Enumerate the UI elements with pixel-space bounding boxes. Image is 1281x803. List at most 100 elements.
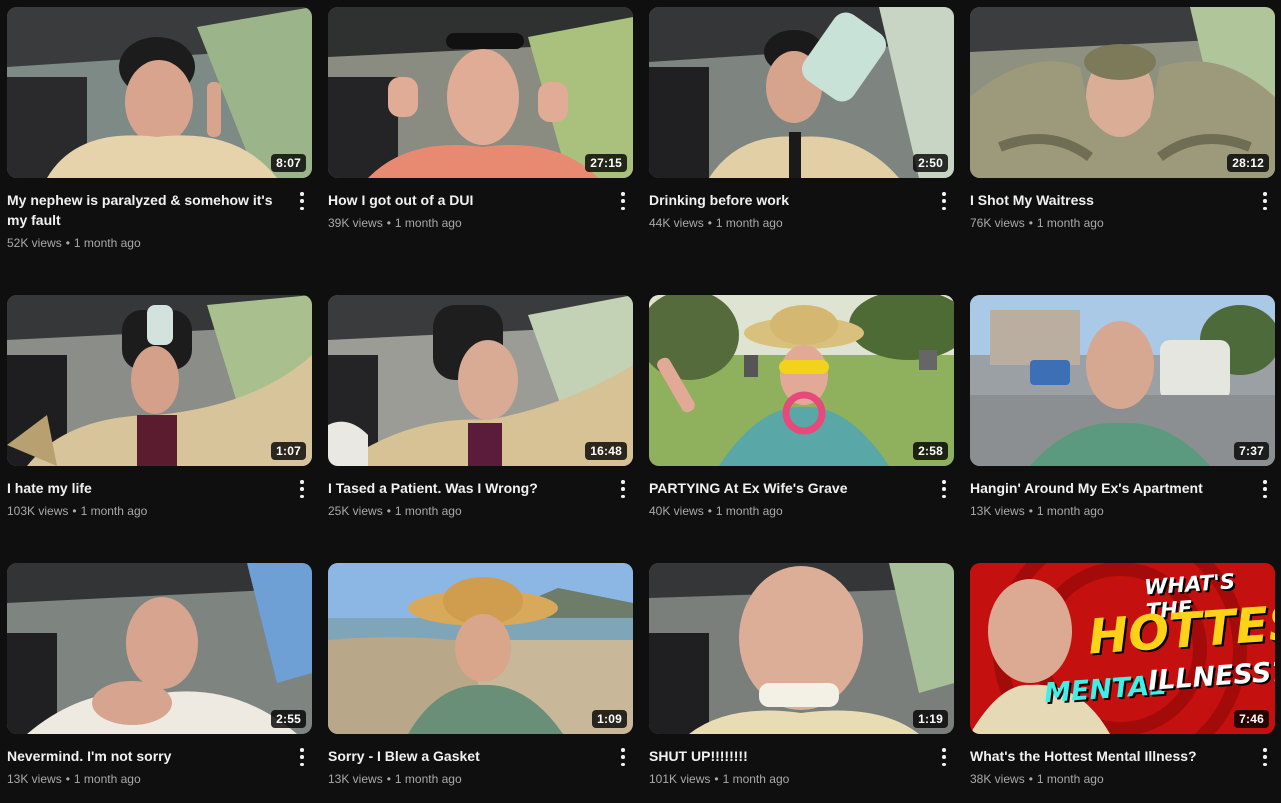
duration-badge: 7:46 [1234, 710, 1269, 728]
video-card[interactable]: 2:55 Nevermind. I'm not sorry 13K views •… [7, 563, 312, 803]
view-count: 38K views [970, 772, 1025, 786]
video-title[interactable]: Drinking before work [649, 190, 926, 210]
upload-age: 1 month ago [722, 772, 790, 786]
video-thumbnail[interactable]: 1:19 [649, 563, 954, 734]
video-card[interactable]: 16:48 I Tased a Patient. Was I Wrong? 25… [328, 295, 633, 563]
video-grid: 8:07 My nephew is paralyzed & somehow it… [7, 7, 1275, 803]
video-card[interactable]: 7:37 Hangin' Around My Ex's Apartment 13… [970, 295, 1275, 563]
thumbnail-image [649, 295, 954, 466]
video-thumbnail[interactable]: 2:55 [7, 563, 312, 734]
duration-badge: 8:07 [271, 154, 306, 172]
video-title[interactable]: I Tased a Patient. Was I Wrong? [328, 478, 605, 498]
video-title[interactable]: My nephew is paralyzed & somehow it's my… [7, 190, 284, 230]
duration-badge: 2:58 [913, 442, 948, 460]
video-title[interactable]: Nevermind. I'm not sorry [7, 746, 284, 766]
thumbnail-image [328, 7, 633, 178]
video-stats: 13K views • 1 month ago [970, 504, 1104, 518]
video-title[interactable]: SHUT UP!!!!!!!! [649, 746, 926, 766]
view-count: 13K views [7, 772, 62, 786]
video-card[interactable]: 2:58 PARTYING At Ex Wife's Grave 40K vie… [649, 295, 954, 563]
video-title[interactable]: Hangin' Around My Ex's Apartment [970, 478, 1247, 498]
thumbnail-image [7, 7, 312, 178]
more-vert-icon[interactable] [617, 748, 629, 766]
video-thumbnail[interactable]: 27:15 [328, 7, 633, 178]
more-vert-icon[interactable] [617, 192, 629, 210]
upload-age: 1 month ago [1036, 504, 1104, 518]
video-title[interactable]: Sorry - I Blew a Gasket [328, 746, 605, 766]
duration-badge: 27:15 [585, 154, 627, 172]
more-vert-icon[interactable] [938, 192, 950, 210]
video-thumbnail[interactable]: 1:09 [328, 563, 633, 734]
video-thumbnail[interactable]: 7:37 [970, 295, 1275, 466]
view-count: 101K views [649, 772, 711, 786]
video-thumbnail[interactable]: WHAT'S THE HOTTEST MENTAL ILLNESS? 7:46 [970, 563, 1275, 734]
thumbnail-image [328, 295, 633, 466]
view-count: 40K views [649, 504, 704, 518]
video-card[interactable]: 2:50 Drinking before work 44K views • 1 mo… [649, 7, 954, 295]
thumbnail-image [970, 7, 1275, 178]
video-stats: 38K views • 1 month ago [970, 772, 1104, 786]
video-card[interactable]: 1:09 Sorry - I Blew a Gasket 13K views • 1… [328, 563, 633, 803]
video-stats: 103K views • 1 month ago [7, 504, 148, 518]
video-stats: 40K views • 1 month ago [649, 504, 783, 518]
upload-age: 1 month ago [394, 772, 462, 786]
thumbnail-image [649, 7, 954, 178]
upload-age: 1 month ago [394, 216, 462, 230]
upload-age: 1 month ago [394, 504, 462, 518]
thumbnail-image [970, 295, 1275, 466]
more-vert-icon[interactable] [1259, 748, 1271, 766]
upload-age: 1 month ago [715, 216, 783, 230]
more-vert-icon[interactable] [617, 480, 629, 498]
video-card[interactable]: 27:15 How I got out of a DUI 39K views • 1… [328, 7, 633, 295]
view-count: 44K views [649, 216, 704, 230]
view-count: 52K views [7, 236, 62, 250]
video-stats: 44K views • 1 month ago [649, 216, 783, 230]
video-stats: 101K views • 1 month ago [649, 772, 790, 786]
video-stats: 13K views • 1 month ago [328, 772, 462, 786]
upload-age: 1 month ago [1036, 216, 1104, 230]
video-stats: 76K views • 1 month ago [970, 216, 1104, 230]
more-vert-icon[interactable] [938, 480, 950, 498]
video-card[interactable]: 1:19 SHUT UP!!!!!!!! 101K views • 1 month … [649, 563, 954, 803]
video-thumbnail[interactable]: 2:58 [649, 295, 954, 466]
more-vert-icon[interactable] [1259, 480, 1271, 498]
video-card[interactable]: 8:07 My nephew is paralyzed & somehow it… [7, 7, 312, 295]
video-thumbnail[interactable]: 1:07 [7, 295, 312, 466]
video-thumbnail[interactable]: 8:07 [7, 7, 312, 178]
video-stats: 25K views • 1 month ago [328, 504, 462, 518]
view-count: 13K views [328, 772, 383, 786]
video-card[interactable]: 1:07 I hate my life 103K views • 1 month a… [7, 295, 312, 563]
video-thumbnail[interactable]: 16:48 [328, 295, 633, 466]
more-vert-icon[interactable] [938, 748, 950, 766]
upload-age: 1 month ago [715, 504, 783, 518]
duration-badge: 16:48 [585, 442, 627, 460]
upload-age: 1 month ago [73, 772, 141, 786]
video-card[interactable]: WHAT'S THE HOTTEST MENTAL ILLNESS? 7:46 … [970, 563, 1275, 803]
duration-badge: 7:37 [1234, 442, 1269, 460]
duration-badge: 28:12 [1227, 154, 1269, 172]
video-title[interactable]: What's the Hottest Mental Illness? [970, 746, 1247, 766]
video-title[interactable]: I hate my life [7, 478, 284, 498]
video-title[interactable]: I Shot My Waitress [970, 190, 1247, 210]
video-stats: 13K views • 1 month ago [7, 772, 141, 786]
more-vert-icon[interactable] [296, 748, 308, 766]
video-title[interactable]: How I got out of a DUI [328, 190, 605, 210]
thumbnail-image [7, 563, 312, 734]
video-card[interactable]: 28:12 I Shot My Waitress 76K views • 1 mon… [970, 7, 1275, 295]
thumbnail-image [328, 563, 633, 734]
view-count: 103K views [7, 504, 69, 518]
view-count: 25K views [328, 504, 383, 518]
duration-badge: 2:50 [913, 154, 948, 172]
view-count: 13K views [970, 504, 1025, 518]
video-thumbnail[interactable]: 2:50 [649, 7, 954, 178]
view-count: 39K views [328, 216, 383, 230]
duration-badge: 2:55 [271, 710, 306, 728]
more-vert-icon[interactable] [296, 480, 308, 498]
upload-age: 1 month ago [80, 504, 148, 518]
view-count: 76K views [970, 216, 1025, 230]
more-vert-icon[interactable] [296, 192, 308, 210]
video-thumbnail[interactable]: 28:12 [970, 7, 1275, 178]
more-vert-icon[interactable] [1259, 192, 1271, 210]
video-stats: 52K views • 1 month ago [7, 236, 141, 250]
video-title[interactable]: PARTYING At Ex Wife's Grave [649, 478, 926, 498]
